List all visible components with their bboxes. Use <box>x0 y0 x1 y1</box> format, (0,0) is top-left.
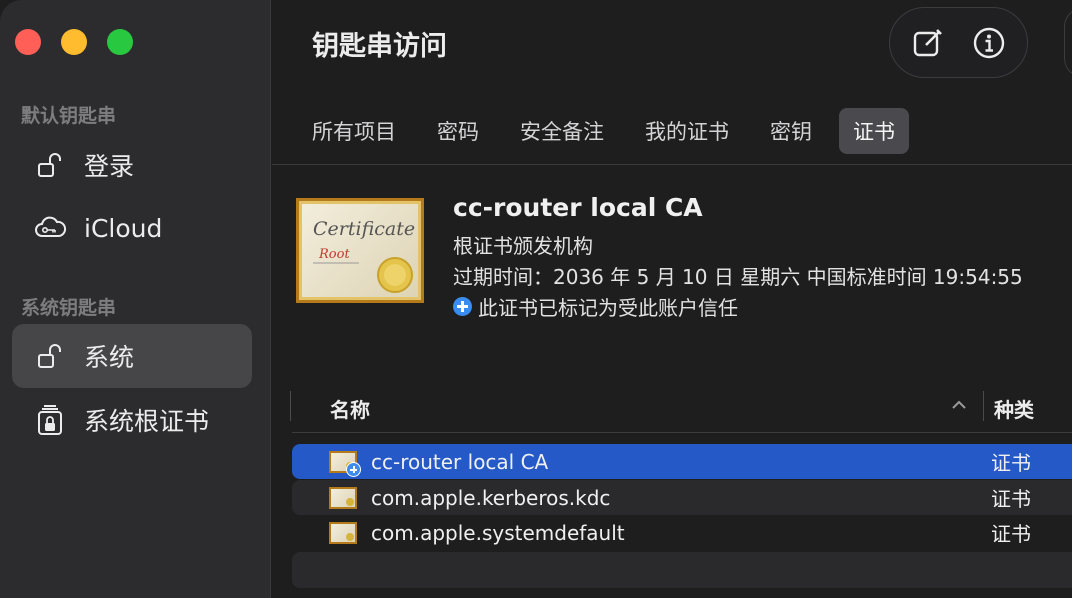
certificate-trust-text: 此证书已标记为受此账户信任 <box>478 296 738 320</box>
row-kind: 证书 <box>991 487 1031 511</box>
certificate-icon-text: Certificate <box>313 218 415 240</box>
close-window-button[interactable] <box>15 29 41 55</box>
sidebar-item-label: iCloud <box>84 213 163 243</box>
lock-open-icon <box>33 339 67 373</box>
trusted-plus-icon <box>453 297 472 316</box>
lock-cabinet-icon <box>33 403 67 437</box>
info-button[interactable] <box>969 23 1009 63</box>
minimize-window-button[interactable] <box>61 29 87 55</box>
empty-table-row <box>292 552 1072 588</box>
info-icon <box>973 27 1004 58</box>
sidebar-item-label: 系统根证书 <box>84 407 210 436</box>
tab-all-items[interactable]: 所有项目 <box>298 108 410 154</box>
sidebar-section-system-keychains: 系统钥匙串 <box>21 297 117 319</box>
certificate-icon <box>329 450 361 477</box>
sidebar: 默认钥匙串 登录 iCloud 系统钥匙串 系统 系统根证书 <box>0 0 271 598</box>
tab-my-certificates[interactable]: 我的证书 <box>631 108 743 154</box>
certificate-icon <box>329 521 357 544</box>
row-name: com.apple.systemdefault <box>371 520 625 545</box>
table-row[interactable]: com.apple.systemdefault 证书 <box>292 515 1072 550</box>
tabs-divider <box>272 164 1072 165</box>
tab-passwords[interactable]: 密码 <box>423 108 493 154</box>
certificate-icon: Certificate Root <box>296 198 424 303</box>
table-row[interactable]: com.apple.kerberos.kdc 证书 <box>292 480 1072 515</box>
certificate-expiry: 过期时间：2036 年 5 月 10 日 星期六 中国标准时间 19:54:55 <box>453 265 1023 289</box>
sidebar-item-icloud[interactable]: iCloud <box>12 196 252 260</box>
toolbar-group <box>889 7 1028 78</box>
lock-open-icon <box>33 148 67 182</box>
sidebar-item-system[interactable]: 系统 <box>12 324 252 388</box>
row-kind: 证书 <box>991 522 1031 546</box>
zoom-window-button[interactable] <box>107 29 133 55</box>
toolbar-search-edge[interactable] <box>1064 7 1072 78</box>
column-separator <box>290 391 291 421</box>
row-name: com.apple.kerberos.kdc <box>371 485 611 510</box>
certificate-name: cc-router local CA <box>453 193 703 222</box>
sidebar-item-label: 系统 <box>84 343 135 372</box>
category-tabs: 所有项目 密码 安全备注 我的证书 密钥 证书 <box>298 108 922 154</box>
new-item-button[interactable] <box>908 23 948 63</box>
table-row[interactable]: cc-router local CA 证书 <box>292 444 1072 479</box>
compose-icon <box>914 28 943 56</box>
table-header-divider <box>292 432 1072 433</box>
row-kind: 证书 <box>991 451 1031 475</box>
certificate-trust: 此证书已标记为受此账户信任 <box>453 292 738 321</box>
certificate-icon-subtext: Root <box>318 247 350 262</box>
sidebar-item-system-roots[interactable]: 系统根证书 <box>12 388 252 452</box>
trusted-plus-icon <box>346 461 361 477</box>
row-name: cc-router local CA <box>371 449 549 474</box>
column-separator[interactable] <box>983 391 984 421</box>
column-header-name[interactable]: 名称 <box>330 394 370 423</box>
certificate-kind: 根证书颁发机构 <box>453 234 593 258</box>
certificate-icon <box>329 486 357 509</box>
column-header-kind[interactable]: 种类 <box>994 394 1034 423</box>
sort-ascending-icon[interactable] <box>950 397 968 416</box>
tab-keys[interactable]: 密钥 <box>756 108 826 154</box>
main-pane: 钥匙串访问 所有项目 密码 安全备注 我的证书 密钥 证书 Certificat… <box>272 0 1072 598</box>
tab-secure-notes[interactable]: 安全备注 <box>506 108 618 154</box>
tab-certificates[interactable]: 证书 <box>839 108 909 154</box>
sidebar-section-default-keychains: 默认钥匙串 <box>21 105 117 127</box>
window-title: 钥匙串访问 <box>312 31 447 62</box>
sidebar-item-label: 登录 <box>84 152 135 181</box>
sidebar-item-login[interactable]: 登录 <box>12 133 252 197</box>
cloud-icon <box>33 211 67 245</box>
